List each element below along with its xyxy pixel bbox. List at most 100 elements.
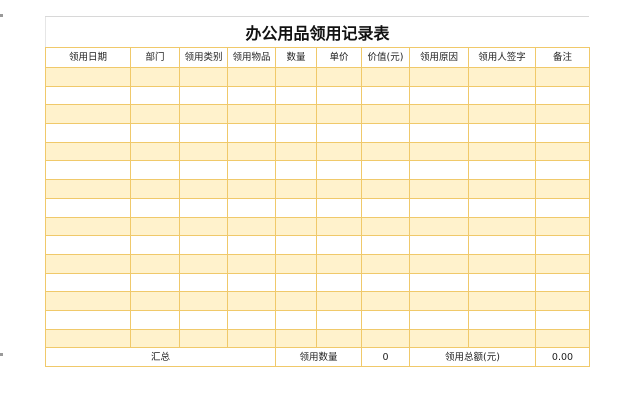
table-cell[interactable] xyxy=(361,67,410,87)
table-cell[interactable] xyxy=(468,291,536,311)
table-cell[interactable] xyxy=(130,123,180,143)
table-cell[interactable] xyxy=(361,141,410,162)
table-cell[interactable] xyxy=(409,85,469,106)
table-cell[interactable] xyxy=(227,291,276,311)
table-cell[interactable] xyxy=(535,291,590,311)
table-cell[interactable] xyxy=(130,328,180,349)
table-cell[interactable] xyxy=(45,291,131,311)
table-cell[interactable] xyxy=(45,104,131,125)
column-header[interactable]: 领用日期 xyxy=(45,47,131,68)
table-cell[interactable] xyxy=(409,253,469,274)
table-cell[interactable] xyxy=(130,216,180,237)
summary-amount-label[interactable]: 领用总额(元) xyxy=(409,347,536,368)
table-cell[interactable] xyxy=(535,67,590,87)
table-cell[interactable] xyxy=(275,235,317,255)
table-cell[interactable] xyxy=(227,216,276,237)
table-cell[interactable] xyxy=(316,309,362,330)
table-cell[interactable] xyxy=(468,179,536,199)
table-cell[interactable] xyxy=(316,197,362,218)
table-cell[interactable] xyxy=(227,123,276,143)
table-cell[interactable] xyxy=(316,272,362,293)
column-header[interactable]: 价值(元) xyxy=(361,47,410,68)
table-cell[interactable] xyxy=(275,309,317,330)
column-header[interactable]: 领用物品 xyxy=(227,47,276,68)
table-cell[interactable] xyxy=(130,197,180,218)
table-cell[interactable] xyxy=(316,253,362,274)
table-cell[interactable] xyxy=(535,179,590,199)
table-cell[interactable] xyxy=(535,104,590,125)
table-cell[interactable] xyxy=(535,309,590,330)
table-cell[interactable] xyxy=(227,197,276,218)
table-cell[interactable] xyxy=(275,67,317,87)
table-cell[interactable] xyxy=(361,85,410,106)
table-cell[interactable] xyxy=(45,85,131,106)
table-cell[interactable] xyxy=(316,328,362,349)
column-header[interactable]: 领用类别 xyxy=(179,47,228,68)
table-cell[interactable] xyxy=(179,123,228,143)
table-cell[interactable] xyxy=(316,160,362,181)
table-cell[interactable] xyxy=(409,216,469,237)
table-cell[interactable] xyxy=(45,309,131,330)
table-cell[interactable] xyxy=(535,253,590,274)
table-cell[interactable] xyxy=(179,104,228,125)
table-cell[interactable] xyxy=(130,179,180,199)
table-cell[interactable] xyxy=(361,197,410,218)
table-cell[interactable] xyxy=(179,179,228,199)
table-cell[interactable] xyxy=(468,235,536,255)
column-header[interactable]: 领用原因 xyxy=(409,47,469,68)
table-cell[interactable] xyxy=(409,235,469,255)
table-cell[interactable] xyxy=(45,272,131,293)
table-cell[interactable] xyxy=(179,291,228,311)
table-cell[interactable] xyxy=(468,216,536,237)
table-cell[interactable] xyxy=(179,235,228,255)
table-cell[interactable] xyxy=(316,104,362,125)
summary-qty-value[interactable]: 0 xyxy=(361,347,410,368)
summary-amount-value[interactable]: 0.00 xyxy=(535,347,590,368)
table-cell[interactable] xyxy=(179,160,228,181)
table-cell[interactable] xyxy=(227,179,276,199)
table-cell[interactable] xyxy=(179,67,228,87)
table-cell[interactable] xyxy=(179,328,228,349)
table-cell[interactable] xyxy=(535,197,590,218)
table-cell[interactable] xyxy=(535,328,590,349)
table-cell[interactable] xyxy=(468,104,536,125)
table-cell[interactable] xyxy=(468,328,536,349)
table-cell[interactable] xyxy=(179,197,228,218)
table-cell[interactable] xyxy=(535,123,590,143)
column-header[interactable]: 数量 xyxy=(275,47,317,68)
table-cell[interactable] xyxy=(130,291,180,311)
table-cell[interactable] xyxy=(45,141,131,162)
table-cell[interactable] xyxy=(130,141,180,162)
table-cell[interactable] xyxy=(275,85,317,106)
table-cell[interactable] xyxy=(409,160,469,181)
table-cell[interactable] xyxy=(130,104,180,125)
table-cell[interactable] xyxy=(275,123,317,143)
table-cell[interactable] xyxy=(227,328,276,349)
table-cell[interactable] xyxy=(227,67,276,87)
column-header[interactable]: 领用人签字 xyxy=(468,47,536,68)
table-cell[interactable] xyxy=(45,197,131,218)
table-cell[interactable] xyxy=(361,216,410,237)
table-cell[interactable] xyxy=(361,160,410,181)
table-cell[interactable] xyxy=(130,85,180,106)
table-cell[interactable] xyxy=(227,104,276,125)
table-cell[interactable] xyxy=(409,104,469,125)
table-cell[interactable] xyxy=(361,309,410,330)
table-cell[interactable] xyxy=(409,67,469,87)
table-cell[interactable] xyxy=(361,235,410,255)
table-cell[interactable] xyxy=(275,179,317,199)
table-cell[interactable] xyxy=(275,253,317,274)
table-cell[interactable] xyxy=(275,160,317,181)
table-cell[interactable] xyxy=(535,272,590,293)
table-cell[interactable] xyxy=(316,123,362,143)
table-cell[interactable] xyxy=(45,67,131,87)
table-cell[interactable] xyxy=(179,85,228,106)
table-cell[interactable] xyxy=(45,328,131,349)
table-cell[interactable] xyxy=(409,123,469,143)
column-header[interactable]: 部门 xyxy=(130,47,180,68)
table-cell[interactable] xyxy=(535,235,590,255)
table-cell[interactable] xyxy=(361,179,410,199)
table-cell[interactable] xyxy=(361,253,410,274)
table-cell[interactable] xyxy=(535,216,590,237)
table-cell[interactable] xyxy=(227,253,276,274)
